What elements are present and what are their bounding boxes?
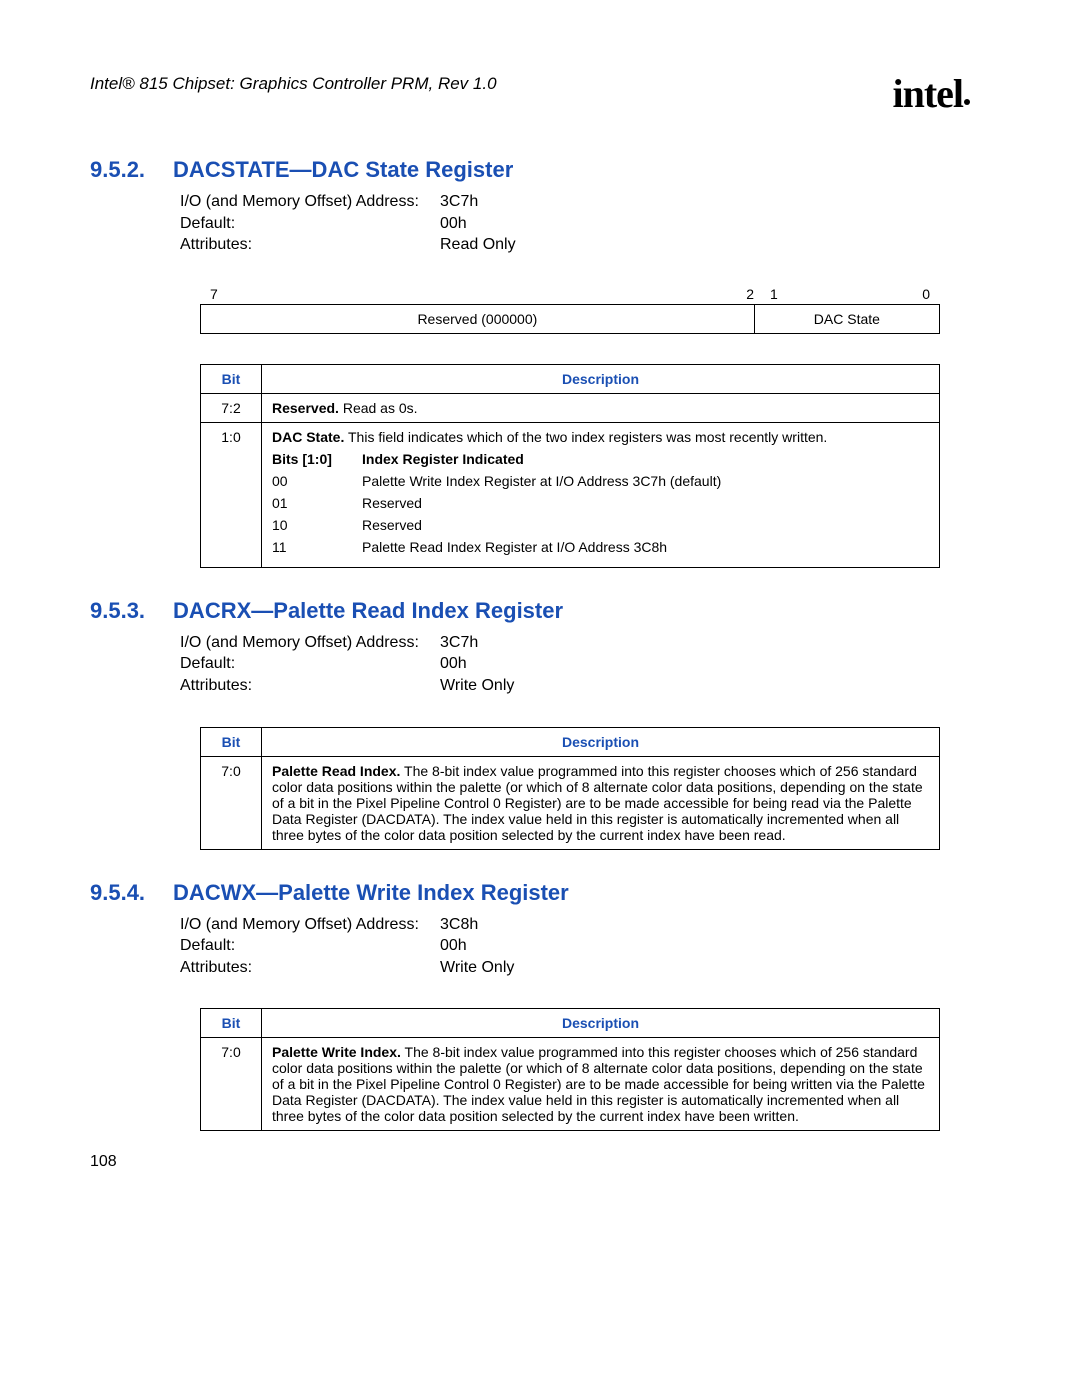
meta-block-954: I/O (and Memory Offset) Address:3C8h Def…	[180, 914, 970, 979]
meta-label: Default:	[180, 935, 440, 957]
bit-range: 7:0	[201, 756, 262, 849]
meta-label: Attributes:	[180, 957, 440, 979]
th-description: Description	[262, 1009, 940, 1038]
page-number: 108	[90, 1153, 117, 1171]
th-bit: Bit	[201, 727, 262, 756]
section-title: DACRX—Palette Read Index Register	[173, 598, 563, 624]
section-title: DACSTATE—DAC State Register	[173, 157, 513, 183]
meta-value: 3C8h	[440, 914, 478, 936]
section-heading-954: 9.5.4. DACWX—Palette Write Index Registe…	[90, 880, 970, 906]
intel-logo: intel	[892, 70, 970, 117]
bit-label-7: 7	[204, 286, 220, 302]
meta-label: Default:	[180, 213, 440, 235]
meta-value: Write Only	[440, 957, 514, 979]
page-header: Intel® 815 Chipset: Graphics Controller …	[90, 60, 970, 107]
th-description: Description	[262, 727, 940, 756]
section-number: 9.5.2.	[90, 157, 145, 183]
table-row: 7:0 Palette Read Index. The 8-bit index …	[201, 756, 940, 849]
meta-label: Attributes:	[180, 675, 440, 697]
sub-header: Bits [1:0] Index Register Indicated	[272, 451, 929, 467]
bit-description: Palette Read Index. The 8-bit index valu…	[262, 756, 940, 849]
section-heading-952: 9.5.2. DACSTATE—DAC State Register	[90, 157, 970, 183]
meta-value: 3C7h	[440, 632, 478, 654]
bit-label-1: 1	[762, 286, 850, 302]
bit-range: 1:0	[201, 422, 262, 567]
bit-range: 7:0	[201, 1038, 262, 1131]
meta-value: 00h	[440, 213, 467, 235]
bit-label-0: 0	[910, 286, 936, 302]
sub-row: 11Palette Read Index Register at I/O Add…	[272, 539, 929, 555]
bit-range: 7:2	[201, 393, 262, 422]
description-table-953: Bit Description 7:0 Palette Read Index. …	[200, 727, 940, 850]
section-heading-953: 9.5.3. DACRX—Palette Read Index Register	[90, 598, 970, 624]
bit-label-2: 2	[734, 286, 762, 302]
meta-label: Default:	[180, 653, 440, 675]
meta-value: 00h	[440, 935, 467, 957]
table-row: 1:0 DAC State. This field indicates whic…	[201, 422, 940, 567]
meta-value: Write Only	[440, 675, 514, 697]
bitfield-diagram-952: 7 2 1 0 Reserved (000000) DAC State	[200, 286, 940, 334]
meta-label: I/O (and Memory Offset) Address:	[180, 191, 440, 213]
section-number: 9.5.3.	[90, 598, 145, 624]
sub-row: 01Reserved	[272, 495, 929, 511]
meta-value: 00h	[440, 653, 467, 675]
bitfield-dac-state: DAC State	[755, 305, 939, 333]
meta-label: Attributes:	[180, 234, 440, 256]
th-description: Description	[262, 364, 940, 393]
th-bit: Bit	[201, 364, 262, 393]
description-table-954: Bit Description 7:0 Palette Write Index.…	[200, 1008, 940, 1131]
section-number: 9.5.4.	[90, 880, 145, 906]
sub-row: 10Reserved	[272, 517, 929, 533]
description-table-952: Bit Description 7:2 Reserved. Read as 0s…	[200, 364, 940, 568]
meta-label: I/O (and Memory Offset) Address:	[180, 632, 440, 654]
table-row: 7:0 Palette Write Index. The 8-bit index…	[201, 1038, 940, 1131]
meta-value: 3C7h	[440, 191, 478, 213]
bit-description: Palette Write Index. The 8-bit index val…	[262, 1038, 940, 1131]
document-page: Intel® 815 Chipset: Graphics Controller …	[0, 0, 1080, 1211]
th-bit: Bit	[201, 1009, 262, 1038]
meta-value: Read Only	[440, 234, 516, 256]
doc-title: Intel® 815 Chipset: Graphics Controller …	[90, 74, 497, 94]
meta-block-953: I/O (and Memory Offset) Address:3C7h Def…	[180, 632, 970, 697]
bit-description: DAC State. This field indicates which of…	[262, 422, 940, 567]
meta-block-952: I/O (and Memory Offset) Address:3C7h Def…	[180, 191, 970, 256]
bitfield-reserved: Reserved (000000)	[201, 305, 755, 333]
section-title: DACWX—Palette Write Index Register	[173, 880, 569, 906]
sub-row: 00Palette Write Index Register at I/O Ad…	[272, 473, 929, 489]
bit-description: Reserved. Read as 0s.	[262, 393, 940, 422]
meta-label: I/O (and Memory Offset) Address:	[180, 914, 440, 936]
table-row: 7:2 Reserved. Read as 0s.	[201, 393, 940, 422]
